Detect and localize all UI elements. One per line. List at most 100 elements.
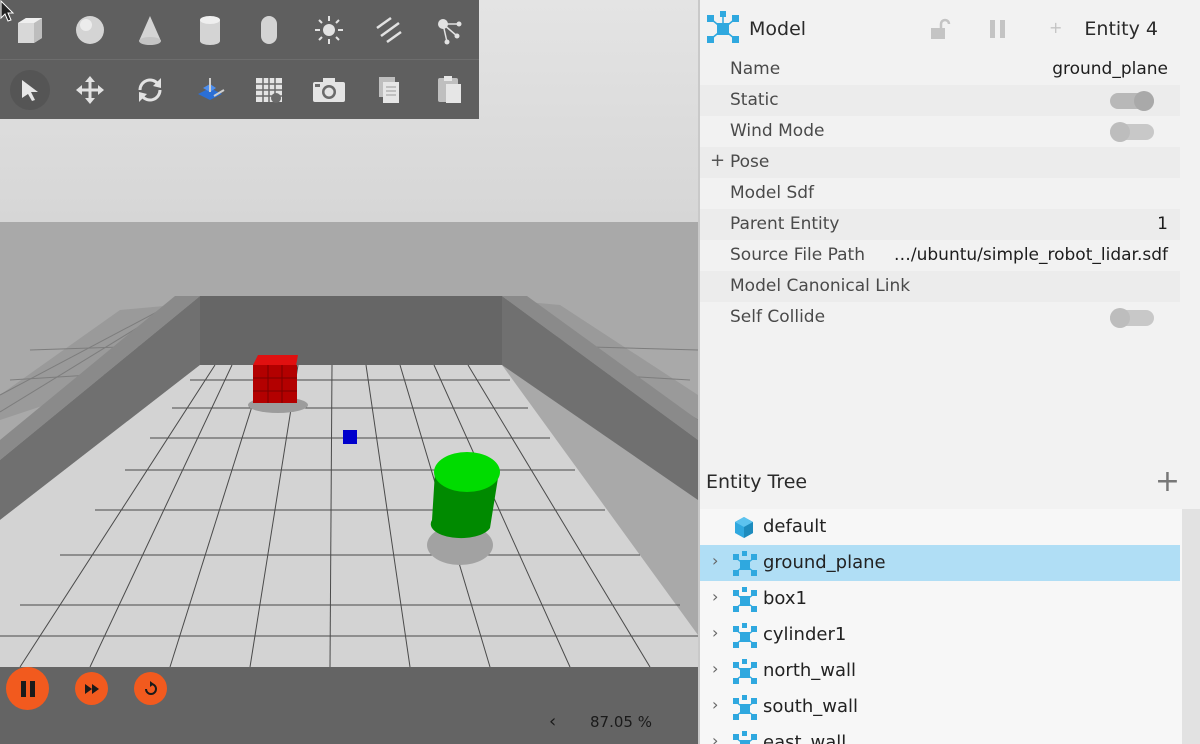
rtf-expand-chevron[interactable]: ‹ (549, 711, 556, 732)
sphere-tool[interactable] (60, 0, 120, 59)
pause-button[interactable] (6, 667, 49, 710)
tree-item-east-wall[interactable]: › east_wall (700, 725, 1180, 744)
tree-item-default[interactable]: default (700, 509, 1180, 545)
mouse-cursor-icon (0, 0, 15, 22)
prop-model-sdf: Model Sdf (700, 178, 1180, 209)
tree-item-label: default (763, 516, 827, 537)
prop-self-collide: Self Collide (700, 302, 1180, 333)
grid-icon (256, 77, 283, 103)
camera-icon (313, 77, 346, 102)
box-icon (17, 17, 42, 43)
pause-icon (20, 680, 35, 697)
rotate-icon (138, 77, 162, 102)
grid-snap-tool[interactable] (240, 60, 300, 119)
playback-bar (0, 667, 698, 744)
prop-label: Pose (730, 152, 770, 172)
prop-value: 1 (1157, 214, 1168, 234)
transform-control-icon (197, 77, 225, 100)
entity-tree-scrollbar[interactable] (1182, 509, 1200, 744)
directional-light-icon (376, 16, 402, 43)
chevron-right-icon[interactable]: › (712, 587, 718, 606)
prop-static: Static (700, 85, 1180, 116)
static-toggle[interactable] (1110, 91, 1154, 111)
tree-item-cylinder1[interactable]: › cylinder1 (700, 617, 1180, 653)
move-icon (75, 75, 104, 104)
rotate-tool[interactable] (120, 60, 180, 119)
toolbar-row-transform (0, 60, 479, 119)
select-tool[interactable] (0, 60, 60, 119)
step-button[interactable] (75, 672, 108, 705)
reset-icon (144, 680, 157, 695)
world-icon (735, 517, 753, 538)
paste-tool[interactable] (419, 60, 479, 119)
model-icon (733, 659, 757, 684)
pause-updates-icon[interactable] (987, 18, 1009, 40)
prop-value[interactable]: ground_plane (1052, 59, 1168, 79)
wind-mode-toggle[interactable] (1110, 122, 1154, 142)
capsule-tool[interactable] (240, 0, 300, 59)
point-light-tool[interactable] (299, 0, 359, 59)
paste-icon (438, 75, 462, 103)
chevron-right-icon[interactable]: › (712, 623, 718, 642)
prop-label: Model Sdf (730, 183, 815, 203)
screenshot-tool[interactable] (299, 60, 359, 119)
self-collide-toggle[interactable] (1110, 308, 1154, 328)
chevron-right-icon[interactable]: › (712, 659, 718, 678)
cylinder-tool[interactable] (180, 0, 240, 59)
sun-icon (315, 15, 344, 44)
fast-forward-icon (84, 683, 99, 694)
chevron-right-icon[interactable]: › (712, 695, 718, 714)
prop-model-canonical-link: Model Canonical Link (700, 271, 1180, 302)
box1-top (253, 355, 298, 366)
entity-id: Entity 4 (1084, 18, 1158, 40)
tree-item-label: box1 (763, 588, 807, 609)
cone-icon (138, 15, 161, 45)
prop-value: …/ubuntu/simple_robot_lidar.sdf (893, 245, 1168, 265)
prop-label: Wind Mode (730, 121, 825, 141)
chevron-right-icon[interactable]: › (712, 731, 718, 744)
transform-control-tool[interactable] (180, 60, 240, 119)
prop-label: Source File Path (730, 245, 865, 265)
tree-item-label: south_wall (763, 696, 859, 717)
prop-pose[interactable]: + Pose (700, 147, 1180, 178)
model-icon (733, 551, 757, 576)
tree-item-south-wall[interactable]: › south_wall (700, 689, 1180, 725)
prop-label: Self Collide (730, 307, 826, 327)
copy-tool[interactable] (359, 60, 419, 119)
entity-tree-title: Entity Tree (706, 471, 808, 493)
north-wall (200, 296, 502, 365)
cylinder1-top (434, 452, 500, 492)
prop-label: Model Canonical Link (730, 276, 911, 296)
arrow-cursor-icon (21, 79, 38, 101)
tree-item-ground-plane[interactable]: › ground_plane (700, 545, 1180, 581)
model-icon (733, 695, 757, 720)
robot (343, 430, 357, 444)
tree-item-label: cylinder1 (763, 624, 847, 645)
tree-item-box1[interactable]: › box1 (700, 581, 1180, 617)
expand-plus-icon[interactable]: + (710, 150, 725, 171)
reset-button[interactable] (134, 672, 167, 705)
directional-light-tool[interactable] (359, 0, 419, 59)
prop-name: Name ground_plane (700, 54, 1180, 85)
prop-wind-mode: Wind Mode (700, 116, 1180, 147)
toolbar-row-insert (0, 0, 479, 59)
model-icon (707, 11, 739, 43)
scene-viewport[interactable]: ‹ 87.05 % (0, 0, 698, 744)
component-inspector-header: Model + Entity 4 (700, 0, 1200, 58)
right-panel: Model + Entity 4 Name ground_plane Stati… (700, 0, 1200, 744)
add-entity-button[interactable]: + (1155, 464, 1180, 499)
translate-tool[interactable] (60, 60, 120, 119)
spot-light-tool[interactable] (419, 0, 479, 59)
chevron-right-icon[interactable]: › (712, 551, 718, 570)
inspector-type: Model (749, 18, 807, 40)
prop-source-file-path: Source File Path …/ubuntu/simple_robot_l… (700, 240, 1180, 271)
cone-tool[interactable] (120, 0, 180, 59)
shapes-toolbar (0, 0, 479, 119)
prop-label: Parent Entity (730, 214, 840, 234)
spot-light-icon (438, 18, 462, 44)
lock-open-icon[interactable] (929, 18, 951, 40)
tree-item-north-wall[interactable]: › north_wall (700, 653, 1180, 689)
prop-parent-entity: Parent Entity 1 (700, 209, 1180, 240)
sphere-icon (75, 15, 104, 44)
add-inspector-button[interactable]: + (1049, 18, 1062, 37)
